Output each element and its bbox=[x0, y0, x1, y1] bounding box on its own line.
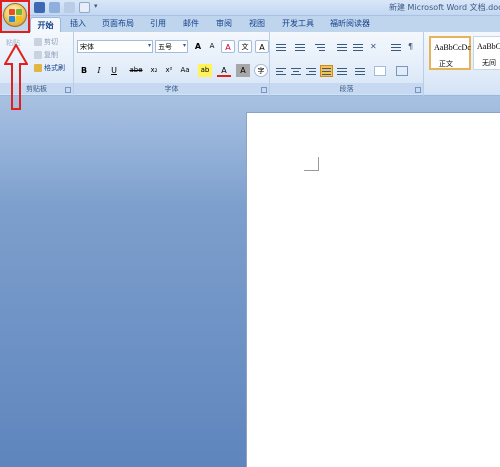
paragraph-launcher-icon[interactable] bbox=[415, 87, 421, 93]
paragraph-group: ✕ ¶ 段落 bbox=[270, 32, 424, 96]
chevron-down-icon: ▾ bbox=[182, 42, 186, 49]
clipboard-launcher-icon[interactable] bbox=[65, 87, 71, 93]
style-sample: AaBbCcDc bbox=[477, 42, 500, 51]
chinese-layout-icon[interactable]: ✕ bbox=[370, 42, 382, 52]
undo-icon[interactable] bbox=[49, 2, 60, 13]
underline-button[interactable]: U bbox=[107, 64, 121, 77]
change-case-button[interactable]: Aa bbox=[177, 64, 193, 77]
font-family-value: 宋体 bbox=[80, 43, 94, 51]
align-left-icon[interactable] bbox=[275, 66, 287, 76]
up-arrow-annotation bbox=[4, 44, 28, 110]
shrink-font-button[interactable]: A bbox=[205, 40, 219, 53]
style-name: 正文 bbox=[439, 60, 453, 68]
subscript-button[interactable]: x₂ bbox=[147, 64, 161, 77]
tab-mailings[interactable]: 邮件 bbox=[183, 18, 199, 29]
chevron-down-icon: ▾ bbox=[147, 42, 151, 49]
document-page[interactable] bbox=[246, 112, 500, 467]
copy-label: 复制 bbox=[44, 51, 58, 59]
char-shading-button[interactable]: A bbox=[236, 64, 250, 77]
cut-button[interactable]: 剪切 bbox=[34, 37, 58, 47]
tab-page-layout[interactable]: 页面布局 bbox=[102, 18, 134, 29]
styles-group: AaBbCcDc 正文 AaBbCcDc 无间 bbox=[424, 32, 500, 96]
tab-review[interactable]: 审阅 bbox=[216, 18, 232, 29]
show-marks-icon[interactable]: ¶ bbox=[408, 42, 420, 52]
cut-label: 剪切 bbox=[44, 38, 58, 46]
window-title: 新建 Microsoft Word 文档.docx bbox=[389, 3, 500, 12]
title-bar: ▾ 新建 Microsoft Word 文档.docx bbox=[0, 0, 500, 16]
numbering-icon[interactable] bbox=[294, 42, 306, 52]
font-group: 宋体 ▾ 五号 ▾ A A A 文 A B I U abe x₂ x² Aa ab … bbox=[74, 32, 270, 96]
save-icon[interactable] bbox=[34, 2, 45, 13]
superscript-button[interactable]: x² bbox=[162, 64, 176, 77]
justify-icon[interactable] bbox=[320, 65, 333, 77]
paintbrush-icon bbox=[34, 64, 42, 72]
bold-button[interactable]: B bbox=[77, 64, 91, 77]
clear-format-button[interactable]: A bbox=[221, 40, 235, 53]
font-size-select[interactable]: 五号 ▾ bbox=[155, 40, 188, 53]
sort-icon[interactable] bbox=[390, 42, 402, 52]
tab-home[interactable]: 开始 bbox=[30, 17, 61, 32]
font-family-select[interactable]: 宋体 ▾ bbox=[77, 40, 153, 53]
tab-references[interactable]: 引用 bbox=[150, 18, 166, 29]
strikethrough-button[interactable]: abe bbox=[126, 64, 146, 77]
align-right-icon[interactable] bbox=[305, 66, 317, 76]
redo-icon[interactable] bbox=[64, 2, 75, 13]
highlight-frame bbox=[0, 0, 30, 33]
style-no-spacing[interactable]: AaBbCcDc 无间 bbox=[473, 36, 500, 70]
format-painter-label: 格式刷 bbox=[44, 64, 65, 72]
borders-icon[interactable] bbox=[396, 66, 408, 76]
line-spacing-icon[interactable] bbox=[354, 66, 366, 76]
tab-foxit-reader[interactable]: 福昕阅读器 bbox=[330, 18, 370, 29]
watermark-url: jiaocheng.chazidian.com bbox=[372, 455, 459, 463]
copy-button[interactable]: 复制 bbox=[34, 50, 58, 60]
tab-insert[interactable]: 插入 bbox=[70, 18, 86, 29]
italic-button[interactable]: I bbox=[92, 64, 106, 77]
tab-developer[interactable]: 开发工具 bbox=[282, 18, 314, 29]
align-center-icon[interactable] bbox=[290, 66, 302, 76]
watermark-text: 查字典 教程网 bbox=[364, 438, 441, 452]
style-sample: AaBbCcDc bbox=[434, 43, 471, 52]
distribute-icon[interactable] bbox=[336, 66, 348, 76]
scissors-icon bbox=[34, 38, 42, 46]
font-launcher-icon[interactable] bbox=[261, 87, 267, 93]
style-name: 无间 bbox=[482, 59, 496, 67]
grow-font-button[interactable]: A bbox=[191, 40, 205, 53]
increase-indent-icon[interactable] bbox=[352, 42, 364, 52]
char-border-button[interactable]: A bbox=[255, 40, 269, 53]
ribbon: 粘贴 剪切 复制 格式刷 剪贴板 宋体 ▾ 五号 ▾ A A A 文 A B I U… bbox=[0, 32, 500, 96]
enclose-char-button[interactable]: 字 bbox=[254, 64, 268, 77]
phonetic-guide-button[interactable]: 文 bbox=[238, 40, 252, 53]
bullets-icon[interactable] bbox=[275, 42, 287, 52]
font-group-label: 字体 bbox=[74, 83, 269, 94]
multilevel-list-icon[interactable] bbox=[314, 42, 326, 52]
margin-corner-mark bbox=[304, 157, 319, 171]
customize-qat-icon[interactable]: ▾ bbox=[94, 2, 100, 13]
print-preview-icon[interactable] bbox=[79, 2, 90, 13]
copy-icon bbox=[34, 51, 42, 59]
highlight-button[interactable]: ab bbox=[198, 64, 212, 77]
format-painter-button[interactable]: 格式刷 bbox=[34, 63, 65, 73]
shading-icon[interactable] bbox=[374, 66, 386, 76]
tab-view[interactable]: 视图 bbox=[249, 18, 265, 29]
style-normal[interactable]: AaBbCcDc 正文 bbox=[429, 36, 471, 70]
font-size-value: 五号 bbox=[158, 43, 172, 51]
paragraph-group-label: 段落 bbox=[270, 83, 423, 94]
ribbon-tabs: 开始 插入 页面布局 引用 邮件 审阅 视图 开发工具 福昕阅读器 bbox=[0, 16, 500, 32]
font-color-button[interactable]: A bbox=[217, 64, 231, 77]
decrease-indent-icon[interactable] bbox=[336, 42, 348, 52]
